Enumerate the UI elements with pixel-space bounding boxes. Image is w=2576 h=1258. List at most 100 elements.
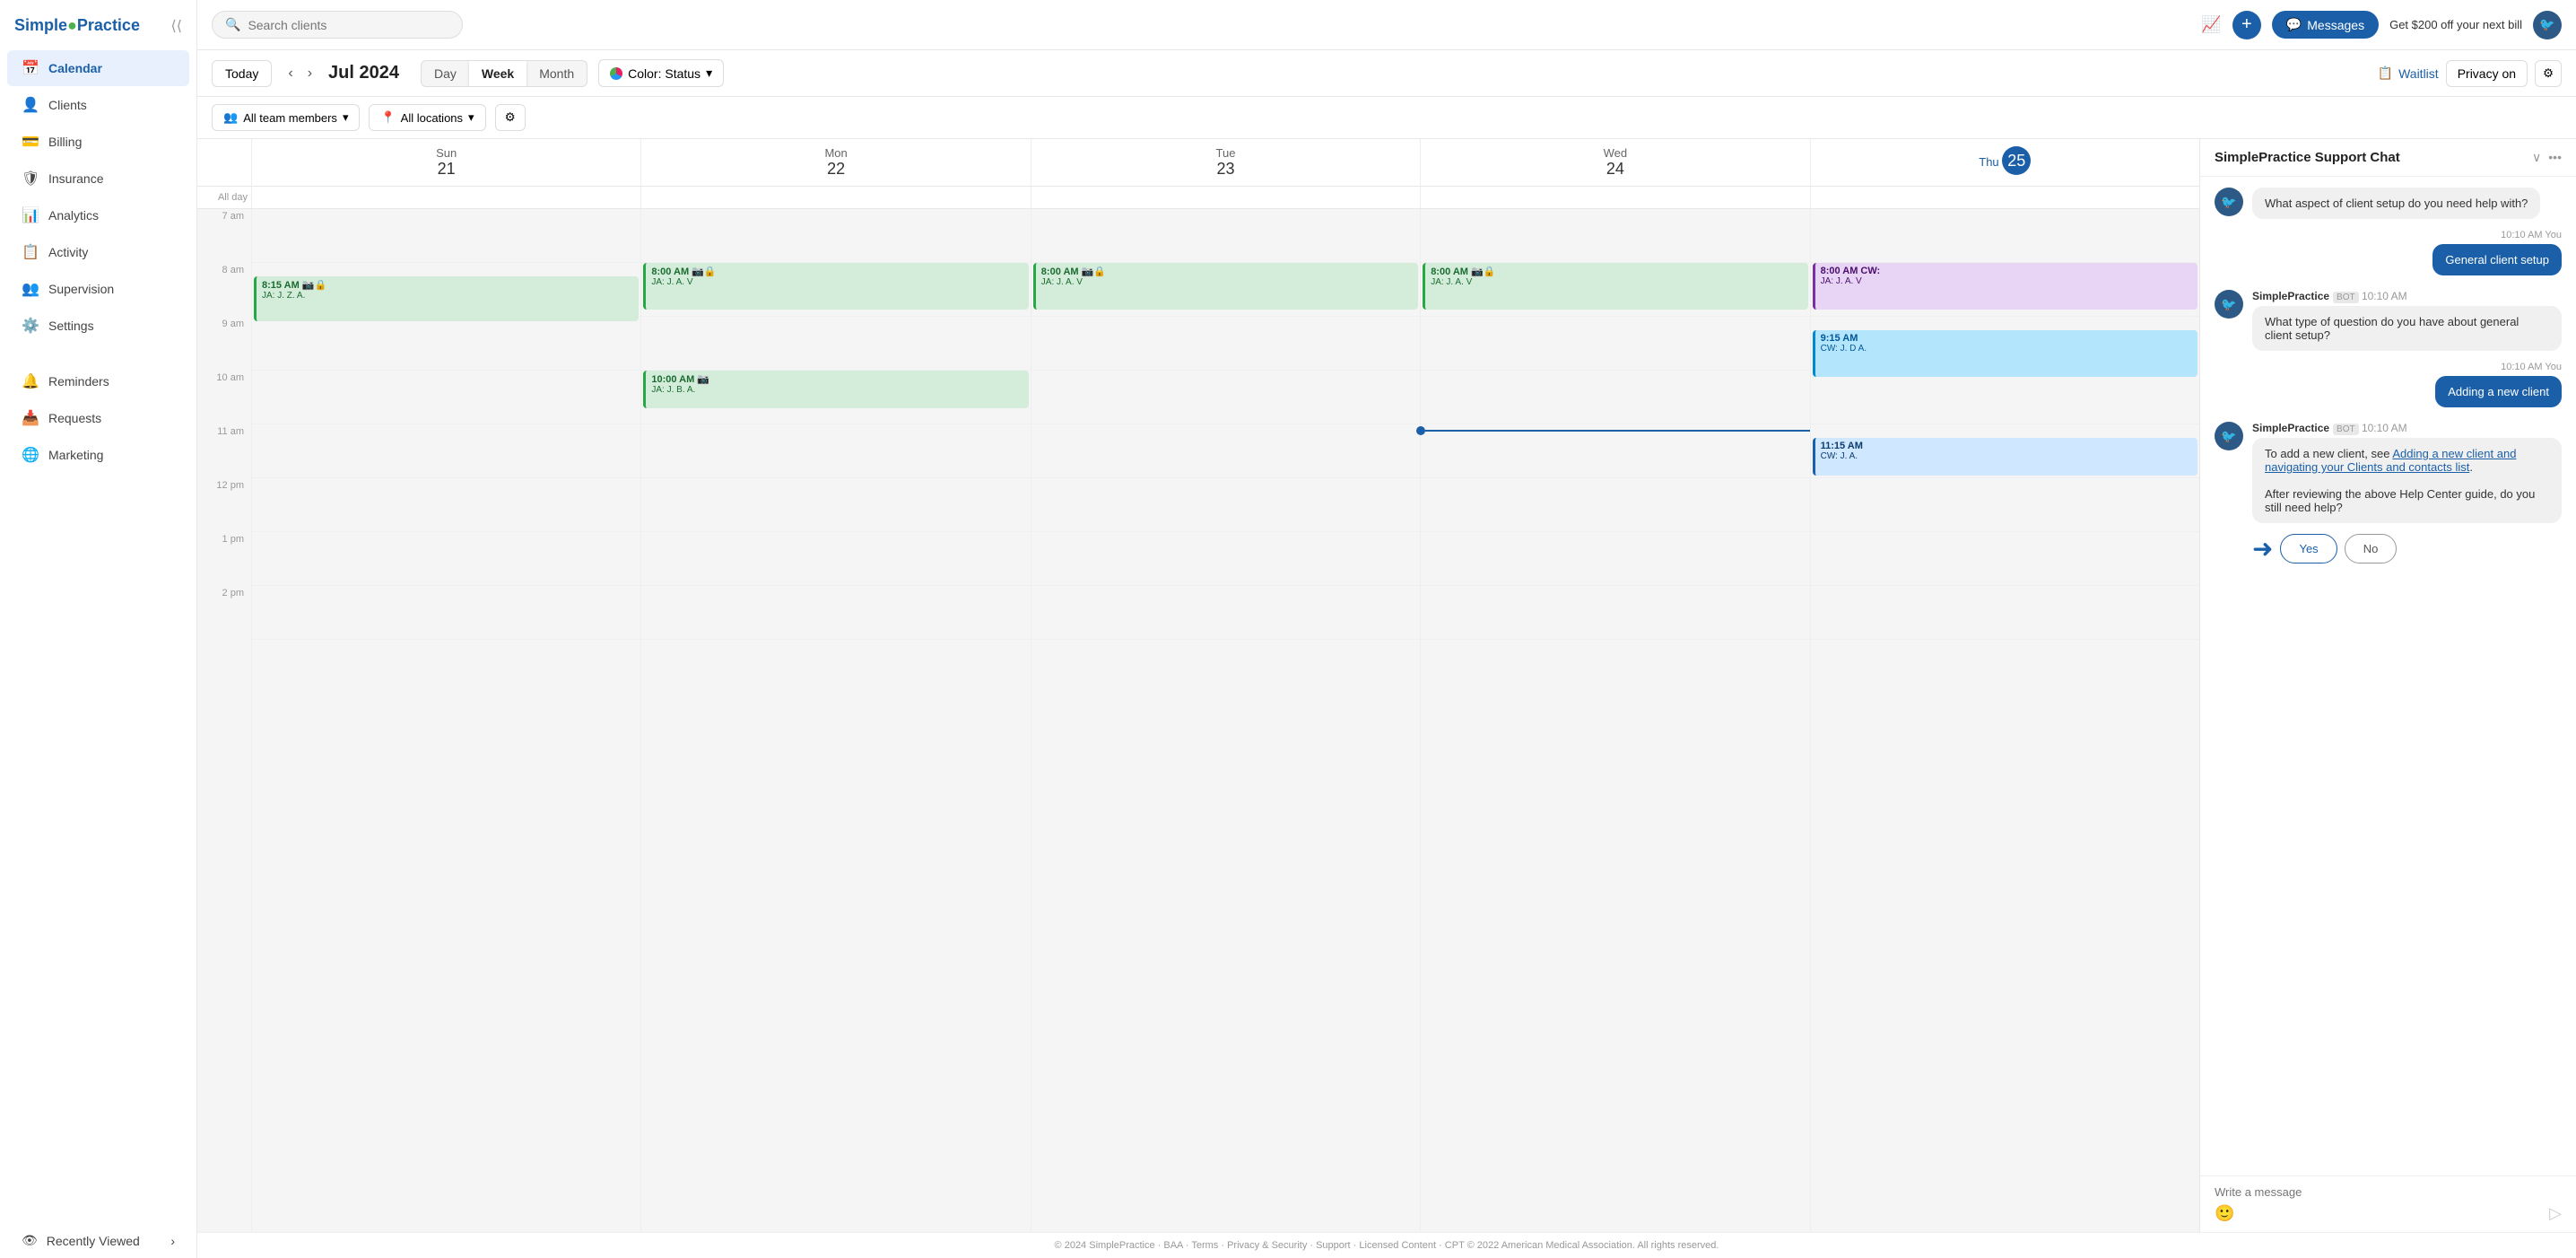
day-num: 21 [256, 160, 637, 179]
month-view-button[interactable]: Month [527, 61, 587, 86]
day-header-thu: Thu 25 [1810, 139, 2199, 186]
search-box[interactable]: 🔍 [212, 11, 463, 39]
day-col-wed[interactable]: 8:00 AM 📷🔒 JA: J. A. V [1420, 209, 1809, 1232]
arrow-pointer: ➜ [2252, 534, 2273, 563]
sidebar-item-marketing[interactable]: 🌐 Marketing [7, 437, 189, 473]
calendar-wrapper: Today ‹ › Jul 2024 Day Week Month Color:… [197, 50, 2576, 1232]
day-col-sun[interactable]: 8:15 AM 📷🔒 JA: J. Z. A. [251, 209, 640, 1232]
page-footer: © 2024 SimplePractice · BAA · Terms · Pr… [197, 1232, 2576, 1258]
time-label: 12 pm [197, 478, 251, 532]
msg-timestamp: 10:10 AM You [2215, 230, 2562, 240]
event-thu-3[interactable]: 11:15 AM CW: J. A. [1813, 438, 2197, 476]
location-icon: 📍 [380, 110, 395, 125]
day-columns: 8:15 AM 📷🔒 JA: J. Z. A. [251, 209, 2199, 1232]
allday-label: All day [197, 187, 251, 208]
sidebar-item-analytics[interactable]: 📊 Analytics [7, 197, 189, 233]
messages-button[interactable]: 💬 Messages [2272, 11, 2379, 39]
event-time: 10:00 AM 📷 [651, 373, 1023, 385]
sidebar-item-label: Requests [48, 411, 101, 425]
location-filter-button[interactable]: 📍 All locations ▾ [369, 104, 485, 131]
event-mon-2[interactable]: 10:00 AM 📷 JA: J. B. A. [643, 371, 1028, 408]
team-icon: 👥 [223, 110, 238, 125]
sidebar-item-billing[interactable]: 💳 Billing [7, 124, 189, 160]
add-button[interactable]: + [2232, 11, 2261, 39]
sidebar-item-reminders[interactable]: 🔔 Reminders [7, 363, 189, 399]
search-icon: 🔍 [225, 17, 240, 32]
sidebar-item-requests[interactable]: 📥 Requests [7, 400, 189, 436]
allday-row: All day [197, 187, 2199, 209]
sidebar-item-label: Billing [48, 135, 82, 149]
time-label: 10 am [197, 371, 251, 424]
msg-content: What aspect of client setup do you need … [2252, 188, 2562, 219]
event-thu-2[interactable]: 9:15 AM CW: J. D A. [1813, 330, 2197, 377]
calendar-scroll: Sun 21 Mon 22 Tue 23 Wed 24 [197, 139, 2199, 1232]
sliders-icon: ⚙ [505, 110, 516, 124]
team-filter-button[interactable]: 👥 All team members ▾ [212, 104, 360, 131]
no-button[interactable]: No [2345, 534, 2398, 563]
sidebar-nav: 📅 Calendar 👤 Clients 💳 Billing 🛡 Insuran… [0, 46, 196, 1223]
privacy-button[interactable]: Privacy on [2446, 60, 2528, 87]
sidebar-item-clients[interactable]: 👤 Clients [7, 87, 189, 123]
time-label: 1 pm [197, 532, 251, 586]
sidebar-item-calendar[interactable]: 📅 Calendar [7, 50, 189, 86]
allday-cell-sun [251, 187, 640, 208]
time-label: 2 pm [197, 586, 251, 640]
sidebar-item-activity[interactable]: 📋 Activity [7, 234, 189, 270]
promo-text: Get $200 off your next bill [2389, 18, 2522, 31]
event-thu-1[interactable]: 8:00 AM CW: JA: J. A. V [1813, 263, 2197, 310]
hour-1pm-sun [252, 532, 640, 586]
day-col-mon[interactable]: 8:00 AM 📷🔒 JA: J. A. V 10:00 AM 📷 JA: J.… [640, 209, 1030, 1232]
event-sun-1[interactable]: 8:15 AM 📷🔒 JA: J. Z. A. [254, 276, 639, 321]
event-wed-1[interactable]: 8:00 AM 📷🔒 JA: J. A. V [1423, 263, 1807, 310]
day-headers: Sun 21 Mon 22 Tue 23 Wed 24 [197, 139, 2199, 187]
minimize-icon[interactable]: ∨ [2532, 150, 2541, 165]
today-button[interactable]: Today [212, 60, 272, 87]
filter-options-button[interactable]: ⚙ [495, 104, 526, 131]
day-header-mon: Mon 22 [640, 139, 1030, 186]
waitlist-icon: 📋 [2378, 66, 2393, 81]
sidebar-item-supervision[interactable]: 👥 Supervision [7, 271, 189, 307]
event-name: JA: J. A. V [1041, 277, 1413, 287]
bot-avatar: 🐦 [2215, 188, 2243, 216]
hour-10am-sun [252, 371, 640, 424]
help-link[interactable]: Adding a new client and navigating your … [2265, 447, 2516, 474]
sidebar-item-label: Supervision [48, 282, 114, 296]
more-options-icon[interactable]: ••• [2548, 150, 2562, 165]
sidebar-item-insurance[interactable]: 🛡 Insurance [7, 161, 189, 197]
calendar-settings-button[interactable]: ⚙ [2535, 60, 2562, 87]
recently-viewed-item[interactable]: 👁 Recently Viewed › [7, 1224, 189, 1257]
yes-button[interactable]: Yes [2280, 534, 2337, 563]
prev-button[interactable]: ‹ [283, 62, 298, 85]
event-name: JA: J. A. V [1821, 276, 2192, 286]
send-button[interactable]: ▷ [2549, 1204, 2562, 1223]
week-view-button[interactable]: Week [469, 61, 527, 86]
sidebar-item-settings[interactable]: ⚙️ Settings [7, 308, 189, 344]
recently-viewed-icon: 👁 [22, 1233, 38, 1248]
day-col-tue[interactable]: 8:00 AM 📷🔒 JA: J. A. V [1031, 209, 1420, 1232]
day-header-tue: Tue 23 [1031, 139, 1420, 186]
msg-content-3: SimplePracticeBOT 10:10 AM To add a new … [2252, 422, 2562, 523]
chat-input[interactable] [2215, 1185, 2562, 1199]
next-button[interactable]: › [302, 62, 318, 85]
main-content: 🔍 📈 + 💬 Messages Get $200 off your next … [197, 0, 2576, 1258]
color-filter-button[interactable]: Color: Status ▾ [598, 59, 724, 87]
sidebar-collapse-button[interactable]: ⟨⟨ [171, 17, 182, 35]
filter-bar: 👥 All team members ▾ 📍 All locations ▾ ⚙ [197, 97, 2576, 139]
time-label: 11 am [197, 424, 251, 478]
event-tue-1[interactable]: 8:00 AM 📷🔒 JA: J. A. V [1033, 263, 1418, 310]
color-circle-icon [610, 67, 622, 80]
time-dot [1416, 426, 1425, 435]
event-mon-1[interactable]: 8:00 AM 📷🔒 JA: J. A. V [643, 263, 1028, 310]
search-input[interactable] [248, 18, 449, 32]
emoji-icon[interactable]: 🙂 [2215, 1204, 2234, 1223]
event-time: 8:00 AM 📷🔒 [1041, 266, 1413, 277]
billing-icon: 💳 [22, 133, 39, 151]
day-col-thu[interactable]: 8:00 AM CW: JA: J. A. V 9:15 AM CW: J. D… [1810, 209, 2199, 1232]
chat-message-bot-3: 🐦 SimplePracticeBOT 10:10 AM To add a ne… [2215, 422, 2562, 523]
sidebar-item-label: Activity [48, 245, 88, 259]
waitlist-button[interactable]: 📋 Waitlist [2378, 66, 2439, 81]
event-time: 8:15 AM 📷🔒 [262, 279, 633, 291]
user-msg-row: General client setup [2215, 244, 2562, 275]
day-view-button[interactable]: Day [422, 61, 469, 86]
event-name: JA: J. B. A. [651, 385, 1023, 395]
